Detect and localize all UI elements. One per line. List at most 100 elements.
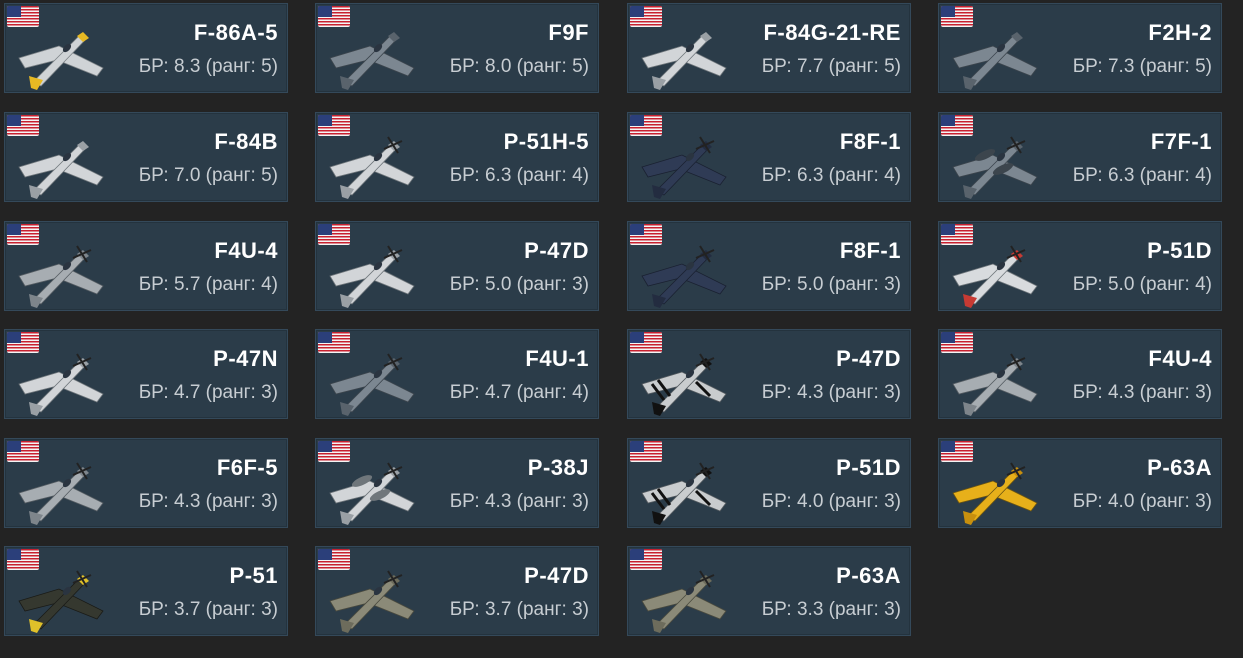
vehicle-card[interactable]: P-47D БР: 3.7 (ранг: 3): [315, 546, 599, 636]
vehicle-name: P-63A: [1147, 455, 1212, 480]
propeller-plane-icon: [11, 451, 111, 527]
propeller-plane-icon: [11, 342, 111, 418]
battle-rating: БР: 6.3 (ранг: 4): [449, 165, 589, 186]
vehicle-name: P-51D: [1147, 238, 1212, 263]
vehicle-card[interactable]: P-51 БР: 3.7 (ранг: 3): [4, 546, 288, 636]
battle-rating: БР: 3.3 (ранг: 3): [761, 599, 901, 620]
battle-rating: БР: 8.3 (ранг: 5): [138, 56, 278, 77]
propeller-plane-icon: [322, 559, 422, 635]
jet-icon: [945, 16, 1045, 92]
vehicle-card[interactable]: F6F-5 БР: 4.3 (ранг: 3): [4, 438, 288, 528]
vehicle-name: F4U-1: [525, 346, 589, 371]
battle-rating: БР: 4.3 (ранг: 3): [138, 491, 278, 512]
battle-rating: БР: 7.7 (ранг: 5): [761, 56, 901, 77]
vehicle-name: P-38J: [527, 455, 589, 480]
propeller-plane-icon: [322, 342, 422, 418]
us-flag-icon: [7, 224, 39, 245]
propeller-plane-icon: [945, 234, 1045, 310]
propeller-plane-icon: [634, 234, 734, 310]
vehicle-card[interactable]: F-84B БР: 7.0 (ранг: 5): [4, 112, 288, 202]
battle-rating: БР: 4.0 (ранг: 3): [761, 491, 901, 512]
vehicle-grid: F-86A-5 БР: 8.3 (ранг: 5) F9F БР: 8.0 (ран…: [0, 0, 1243, 658]
vehicle-name: F4U-4: [214, 238, 278, 263]
battle-rating: БР: 5.7 (ранг: 4): [138, 274, 278, 295]
vehicle-name: F-84G-21-RE: [763, 20, 901, 45]
vehicle-card[interactable]: F4U-1 БР: 4.7 (ранг: 4): [315, 329, 599, 419]
vehicle-card[interactable]: P-47D БР: 5.0 (ранг: 3): [315, 221, 599, 311]
us-flag-icon: [318, 115, 350, 136]
us-flag-icon: [318, 224, 350, 245]
vehicle-card[interactable]: F4U-4 БР: 5.7 (ранг: 4): [4, 221, 288, 311]
battle-rating: БР: 7.3 (ранг: 5): [1072, 56, 1212, 77]
vehicle-name: P-47D: [524, 238, 589, 263]
twin-engine-plane-icon: [945, 125, 1045, 201]
propeller-plane-icon: [945, 342, 1045, 418]
us-flag-icon: [630, 441, 662, 462]
us-flag-icon: [630, 115, 662, 136]
jet-icon: [11, 16, 111, 92]
battle-rating: БР: 4.3 (ранг: 3): [449, 491, 589, 512]
battle-rating: БР: 3.7 (ранг: 3): [449, 599, 589, 620]
vehicle-card[interactable]: F8F-1 БР: 5.0 (ранг: 3): [627, 221, 911, 311]
vehicle-name: P-47D: [836, 346, 901, 371]
vehicle-card[interactable]: P-63A БР: 3.3 (ранг: 3): [627, 546, 911, 636]
vehicle-name: F-84B: [214, 129, 278, 154]
battle-rating: БР: 4.3 (ранг: 3): [1072, 382, 1212, 403]
vehicle-name: F8F-1: [839, 238, 901, 263]
us-flag-icon: [7, 115, 39, 136]
vehicle-card[interactable]: F-84G-21-RE БР: 7.7 (ранг: 5): [627, 3, 911, 93]
vehicle-name: P-63A: [836, 563, 901, 588]
propeller-plane-icon: [11, 559, 111, 635]
jet-icon: [11, 125, 111, 201]
us-flag-icon: [318, 332, 350, 353]
vehicle-card[interactable]: F9F БР: 8.0 (ранг: 5): [315, 3, 599, 93]
us-flag-icon: [630, 332, 662, 353]
vehicle-card[interactable]: F7F-1 БР: 6.3 (ранг: 4): [938, 112, 1222, 202]
battle-rating: БР: 4.7 (ранг: 4): [449, 382, 589, 403]
vehicle-name: F-86A-5: [193, 20, 278, 45]
jet-icon: [322, 16, 422, 92]
propeller-plane-icon: [322, 234, 422, 310]
us-flag-icon: [630, 224, 662, 245]
vehicle-card[interactable]: P-51H-5 БР: 6.3 (ранг: 4): [315, 112, 599, 202]
us-flag-icon: [941, 441, 973, 462]
vehicle-name: F4U-4: [1148, 346, 1212, 371]
vehicle-card[interactable]: F4U-4 БР: 4.3 (ранг: 3): [938, 329, 1222, 419]
us-flag-icon: [7, 549, 39, 570]
vehicle-card[interactable]: F2H-2 БР: 7.3 (ранг: 5): [938, 3, 1222, 93]
battle-rating: БР: 8.0 (ранг: 5): [449, 56, 589, 77]
us-flag-icon: [941, 6, 973, 27]
vehicle-card[interactable]: P-51D БР: 5.0 (ранг: 4): [938, 221, 1222, 311]
vehicle-card[interactable]: P-63A БР: 4.0 (ранг: 3): [938, 438, 1222, 528]
us-flag-icon: [7, 441, 39, 462]
battle-rating: БР: 7.0 (ранг: 5): [138, 165, 278, 186]
propeller-plane-icon: [634, 125, 734, 201]
vehicle-name: F8F-1: [839, 129, 901, 154]
us-flag-icon: [941, 115, 973, 136]
propeller-plane-icon: [634, 342, 734, 418]
vehicle-name: P-47D: [524, 563, 589, 588]
vehicle-card[interactable]: P-47N БР: 4.7 (ранг: 3): [4, 329, 288, 419]
vehicle-name: P-51: [229, 563, 278, 588]
battle-rating: БР: 4.0 (ранг: 3): [1072, 491, 1212, 512]
us-flag-icon: [318, 549, 350, 570]
propeller-plane-icon: [634, 559, 734, 635]
us-flag-icon: [318, 441, 350, 462]
battle-rating: БР: 4.3 (ранг: 3): [761, 382, 901, 403]
twin-boom-plane-icon: [322, 451, 422, 527]
vehicle-name: F9F: [548, 20, 589, 45]
vehicle-name: P-51D: [836, 455, 901, 480]
vehicle-name: P-51H-5: [503, 129, 589, 154]
battle-rating: БР: 6.3 (ранг: 4): [1072, 165, 1212, 186]
vehicle-name: F2H-2: [1148, 20, 1212, 45]
vehicle-card[interactable]: P-38J БР: 4.3 (ранг: 3): [315, 438, 599, 528]
vehicle-name: F6F-5: [216, 455, 278, 480]
vehicle-card[interactable]: F8F-1 БР: 6.3 (ранг: 4): [627, 112, 911, 202]
vehicle-card[interactable]: P-47D БР: 4.3 (ранг: 3): [627, 329, 911, 419]
battle-rating: БР: 3.7 (ранг: 3): [138, 599, 278, 620]
vehicle-card[interactable]: P-51D БР: 4.0 (ранг: 3): [627, 438, 911, 528]
us-flag-icon: [941, 224, 973, 245]
vehicle-name: F7F-1: [1150, 129, 1212, 154]
jet-icon: [634, 16, 734, 92]
vehicle-card[interactable]: F-86A-5 БР: 8.3 (ранг: 5): [4, 3, 288, 93]
